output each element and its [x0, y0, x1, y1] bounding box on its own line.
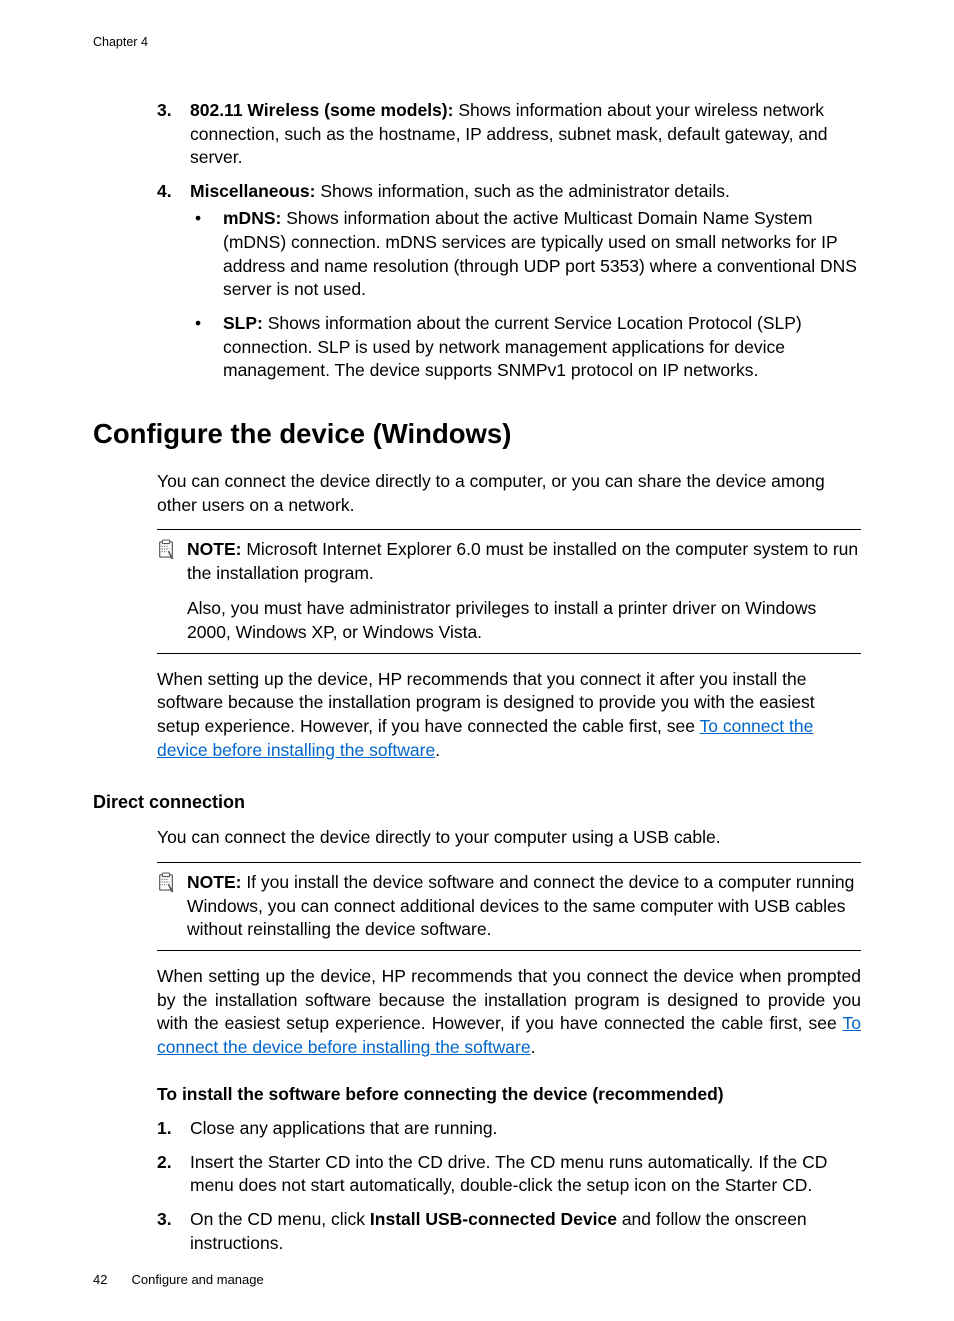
- heading-configure-device: Configure the device (Windows): [93, 415, 861, 452]
- note-icon: [157, 538, 187, 566]
- heading-install-before-connect: To install the software before connectin…: [157, 1083, 861, 1107]
- bullet-text: Shows information about the active Multi…: [223, 208, 857, 299]
- step-3: 3. On the CD menu, click Install USB-con…: [157, 1208, 861, 1255]
- setup-text-b: .: [435, 740, 440, 760]
- step-1: 1. Close any applications that are runni…: [157, 1117, 861, 1141]
- note-body: NOTE: Microsoft Internet Explorer 6.0 mu…: [187, 538, 861, 597]
- sub-bullet-list: • mDNS: Shows information about the acti…: [190, 207, 861, 382]
- list-item-4: 4. Miscellaneous: Shows information, suc…: [157, 180, 861, 204]
- footer-section: Configure and manage: [131, 1272, 263, 1287]
- bullet-marker: •: [190, 312, 223, 383]
- item-text: Shows information, such as the administr…: [315, 181, 729, 201]
- bullet-lead: SLP:: [223, 313, 263, 333]
- page-number: 42: [93, 1271, 107, 1289]
- note-lead: NOTE:: [187, 872, 241, 892]
- step-number: 3.: [157, 1208, 190, 1255]
- install-steps-list: 1. Close any applications that are runni…: [157, 1117, 861, 1255]
- setup-paragraph: When setting up the device, HP recommend…: [157, 668, 861, 763]
- item-lead: 802.11 Wireless (some models):: [190, 100, 453, 120]
- bullet-content: SLP: Shows information about the current…: [223, 312, 861, 383]
- intro-paragraph: You can connect the device directly to a…: [157, 470, 861, 517]
- step-2: 2. Insert the Starter CD into the CD dri…: [157, 1151, 861, 1198]
- note-icon: [157, 871, 187, 899]
- note-text-2: Also, you must have administrator privil…: [187, 597, 861, 644]
- bullet-lead: mDNS:: [223, 208, 281, 228]
- bullet-text: Shows information about the current Serv…: [223, 313, 802, 380]
- step-number: 1.: [157, 1117, 190, 1141]
- clipboard-icon: [157, 539, 175, 559]
- step-content: Insert the Starter CD into the CD drive.…: [190, 1151, 861, 1198]
- step-number: 2.: [157, 1151, 190, 1198]
- page-footer: 42 Configure and manage: [93, 1271, 264, 1289]
- bullet-item-mdns: • mDNS: Shows information about the acti…: [190, 207, 861, 302]
- item-content: 802.11 Wireless (some models): Shows inf…: [190, 99, 861, 170]
- page-header-chapter: Chapter 4: [93, 34, 861, 51]
- note-block-2: NOTE: If you install the device software…: [157, 862, 861, 951]
- step-content: On the CD menu, click Install USB-connec…: [190, 1208, 861, 1255]
- item-content: Miscellaneous: Shows information, such a…: [190, 180, 861, 204]
- note-text: If you install the device software and c…: [187, 872, 854, 939]
- bullet-content: mDNS: Shows information about the active…: [223, 207, 861, 302]
- clipboard-icon: [157, 872, 175, 892]
- step-text-a: On the CD menu, click: [190, 1209, 370, 1229]
- heading-direct-connection: Direct connection: [93, 790, 861, 814]
- numbered-list-continued: 3. 802.11 Wireless (some models): Shows …: [157, 99, 861, 383]
- note-block-1: NOTE: Microsoft Internet Explorer 6.0 mu…: [157, 529, 861, 654]
- direct-intro: You can connect the device directly to y…: [157, 826, 861, 850]
- bullet-item-slp: • SLP: Shows information about the curre…: [190, 312, 861, 383]
- direct-setup-paragraph: When setting up the device, HP recommend…: [157, 965, 861, 1060]
- note-text-1: Microsoft Internet Explorer 6.0 must be …: [187, 539, 858, 583]
- item-number: 4.: [157, 180, 190, 204]
- step-content: Close any applications that are running.: [190, 1117, 861, 1141]
- direct-text-b: .: [531, 1037, 536, 1057]
- note-body: NOTE: If you install the device software…: [187, 871, 861, 942]
- direct-text-a: When setting up the device, HP recommend…: [157, 966, 861, 1033]
- item-lead: Miscellaneous:: [190, 181, 315, 201]
- bullet-marker: •: [190, 207, 223, 302]
- step-bold: Install USB-connected Device: [370, 1209, 617, 1229]
- list-item-3: 3. 802.11 Wireless (some models): Shows …: [157, 99, 861, 170]
- note-lead: NOTE:: [187, 539, 241, 559]
- item-number: 3.: [157, 99, 190, 170]
